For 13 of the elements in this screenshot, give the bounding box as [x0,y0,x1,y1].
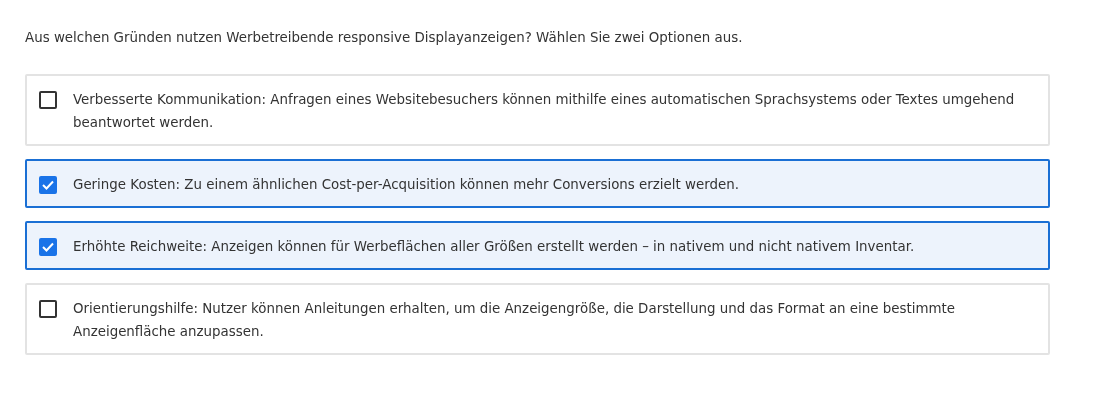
option-text: Verbesserte Kommunikation: Anfragen eines Websitebesuchers können mithilfe eines automatischen Sprachsystems oder Textes umgehend beantwortet werden. [73,91,1016,132]
checkbox[interactable] [39,176,57,194]
option-text: Geringe Kosten: Zu einem ähnlichen Cost-per-Acquisition können mehr Conversions erzielt werden. [73,176,739,194]
answer-option[interactable]: Geringe Kosten: Zu einem ähnlichen Cost-per-Acquisition können mehr Conversions erzielt werden. [25,159,1050,208]
checkbox[interactable] [39,91,57,109]
checkbox[interactable] [39,238,57,256]
option-text: Orientierungshilfe: Nutzer können Anleitungen erhalten, um die Anzeigengröße, die Darstellung und das Format an eine bestimmte Anzeigenfläche anzupassen. [73,300,957,341]
answer-option[interactable]: Erhöhte Reichweite: Anzeigen können für Werbeflächen aller Größen erstellt werden – in nativem und nicht nativem Inventar. [25,221,1050,270]
answer-option[interactable]: Verbesserte Kommunikation: Anfragen eines Websitebesuchers können mithilfe eines automatischen Sprachsystems oder Textes umgehend beantwortet werden. [25,74,1050,146]
checkbox[interactable] [39,300,57,318]
option-text: Erhöhte Reichweite: Anzeigen können für Werbeflächen aller Größen erstellt werden – in nativem und nicht nativem Inventar. [73,238,915,256]
answer-option[interactable]: Orientierungshilfe: Nutzer können Anleitungen erhalten, um die Anzeigengröße, die Darstellung und das Format an eine bestimmte Anzeigenfläche anzupassen. [25,283,1050,355]
question-text: Aus welchen Gründen nutzen Werbetreibende responsive Displayanzeigen? Wählen Sie zwei Optionen aus. [25,29,744,47]
